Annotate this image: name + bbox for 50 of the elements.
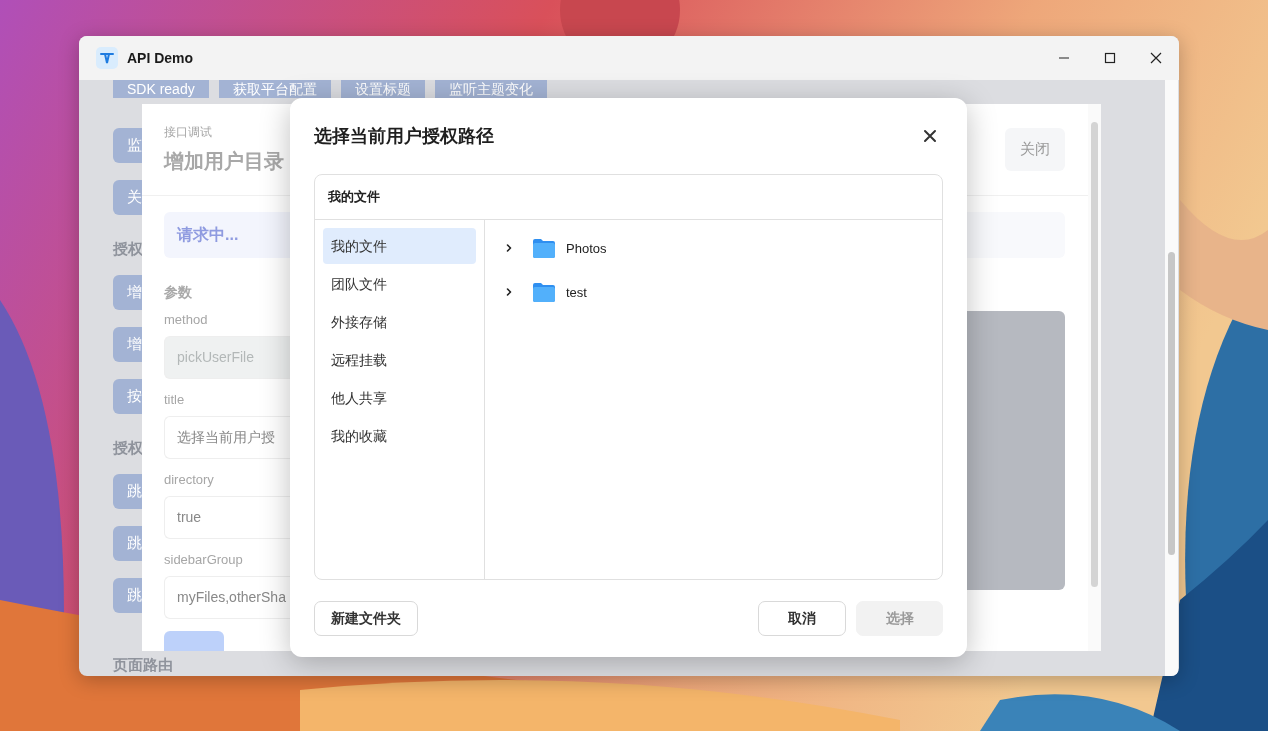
folder-name[interactable]: Photos xyxy=(566,240,607,256)
api-button[interactable]: 跳 xyxy=(113,526,142,561)
dialog-caption: 接口调试 xyxy=(164,124,213,140)
input-field[interactable]: 选择当前用户授 xyxy=(164,416,290,459)
new-folder-button[interactable]: 新建文件夹 xyxy=(314,601,418,636)
scrollbar[interactable] xyxy=(1088,104,1101,651)
api-button[interactable]: 按 xyxy=(113,379,142,414)
window-title: API Demo xyxy=(127,50,194,66)
app-logo-icon xyxy=(96,47,118,69)
chevron-icon[interactable] xyxy=(504,243,514,253)
api-button[interactable]: 跳 xyxy=(113,474,142,509)
sidebar-item[interactable]: 外接存储 xyxy=(323,304,476,340)
sidebar-item[interactable]: 他人共享 xyxy=(323,380,476,416)
chevron-icon[interactable] xyxy=(504,287,514,297)
field-label: method xyxy=(164,312,209,328)
close-icon xyxy=(1150,52,1162,64)
params-heading: 参数 xyxy=(164,283,193,302)
api-button[interactable]: 获取平台配置 xyxy=(218,80,331,98)
dialog-title: 选择当前用户授权路径 xyxy=(314,125,494,148)
section-heading: 授权 xyxy=(113,239,143,259)
folder-icon xyxy=(533,238,555,258)
section-heading: 页面路由 xyxy=(113,655,173,675)
maximize-icon xyxy=(1104,52,1116,64)
sidebar-item[interactable]: 我的文件 xyxy=(323,228,476,264)
section-heading: 授权 xyxy=(113,438,143,458)
sidebar-item[interactable]: 团队文件 xyxy=(323,266,476,302)
cancel-button[interactable]: 取消 xyxy=(758,601,846,636)
api-button[interactable]: 跳 xyxy=(113,578,142,613)
input-field[interactable]: true xyxy=(164,496,290,539)
field-label: title xyxy=(164,392,186,408)
close-icon[interactable] xyxy=(923,129,937,143)
input-field[interactable]: myFiles,otherSha xyxy=(164,576,290,619)
field-label: sidebarGroup xyxy=(164,552,244,568)
folder-icon xyxy=(533,282,555,302)
api-button[interactable]: 设置标题 xyxy=(340,80,425,98)
field-label: directory xyxy=(164,472,215,488)
api-button[interactable]: 监听主题变化 xyxy=(434,80,547,98)
scrollbar[interactable] xyxy=(1165,80,1178,676)
sidebar-item[interactable]: 远程挂载 xyxy=(323,342,476,378)
api-button[interactable]: 监 xyxy=(113,128,142,163)
api-button[interactable]: 增 xyxy=(113,327,142,362)
status-message: 请求中... xyxy=(164,212,290,258)
close-button[interactable]: 关闭 xyxy=(1005,128,1065,171)
breadcrumb: 我的文件 xyxy=(315,175,942,220)
api-button[interactable]: 关 xyxy=(113,180,142,215)
api-button[interactable]: SDK ready xyxy=(113,80,209,98)
dialog-title: 增加用户目录 xyxy=(164,149,284,174)
sidebar-item[interactable]: 我的收藏 xyxy=(323,418,476,454)
folder-name[interactable]: test xyxy=(566,284,587,300)
api-button[interactable]: 增 xyxy=(113,275,142,310)
